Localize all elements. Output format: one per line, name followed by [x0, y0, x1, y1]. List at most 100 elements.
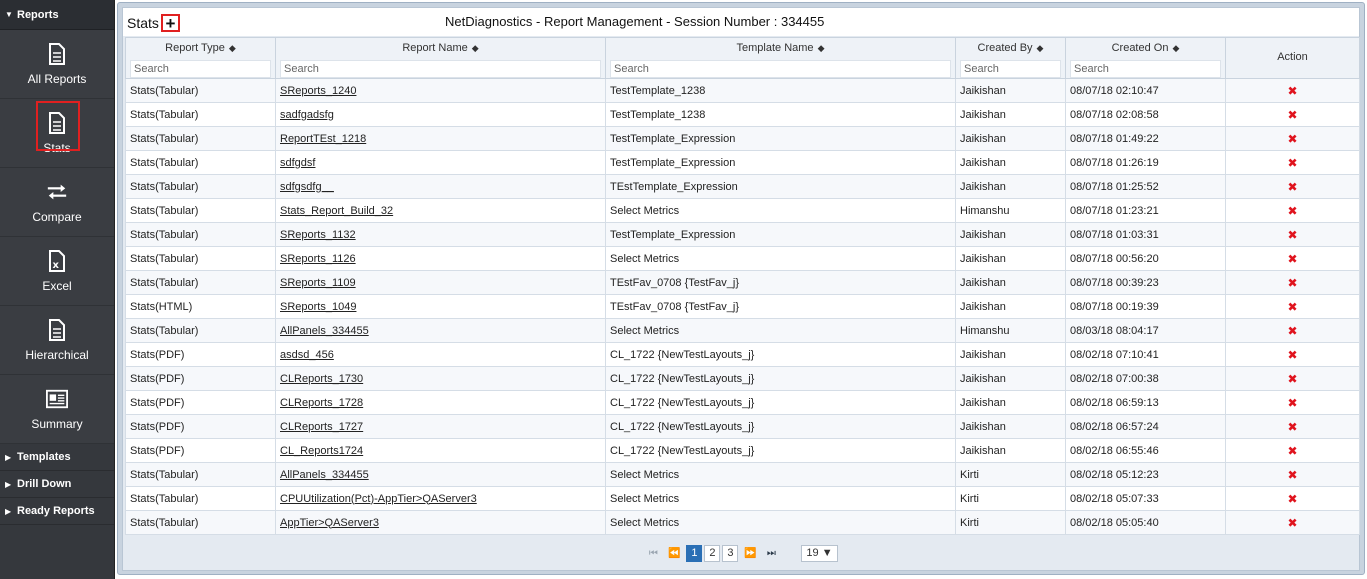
- delete-icon[interactable]: ✖: [1287, 252, 1297, 266]
- report-name-link[interactable]: sdfgdsf: [280, 157, 315, 169]
- delete-icon[interactable]: ✖: [1287, 180, 1297, 194]
- report-type-cell: Stats(Tabular): [130, 492, 199, 505]
- sidebar-item-all-reports[interactable]: All Reports: [0, 30, 114, 99]
- column-header[interactable]: Report Name ◆: [275, 37, 606, 79]
- report-name-link[interactable]: sdfgsdfg__: [280, 181, 334, 193]
- report-type-cell: Stats(PDF): [125, 366, 276, 391]
- add-report-button[interactable]: +: [160, 14, 180, 32]
- report-name-link[interactable]: sadfgadsfg: [280, 109, 334, 121]
- last-page-icon[interactable]: ⏭: [762, 548, 780, 559]
- sort-icon[interactable]: ◆: [472, 43, 479, 53]
- sidebar: ▼ Reports All Reports Stats Compare x Excel H…: [0, 0, 115, 579]
- delete-icon[interactable]: ✖: [1287, 156, 1297, 170]
- sidebar-section-reports[interactable]: ▼ Reports: [0, 0, 114, 30]
- report-type-cell: Stats(PDF): [130, 372, 185, 385]
- section-title-wrap: Stats +: [127, 14, 180, 32]
- sidebar-item-label: Compare: [32, 210, 82, 224]
- created-on-cell: 08/07/18 02:08:58: [1065, 102, 1226, 127]
- table-row: Stats(Tabular) ReportTEst_1218 TestTemplat…: [125, 126, 1360, 151]
- report-name-link[interactable]: AppTier>QAServer3: [280, 517, 379, 529]
- sort-icon[interactable]: ◆: [229, 43, 236, 53]
- page-number-button[interactable]: 1: [686, 544, 703, 562]
- created-on-cell: 08/02/18 06:55:46: [1070, 444, 1159, 457]
- created-on-cell: 08/07/18 01:26:19: [1065, 150, 1226, 175]
- column-header: Action: [1225, 37, 1360, 79]
- report-name-link[interactable]: CLReports_1730: [280, 373, 363, 385]
- report-name-link[interactable]: SReports_1109: [280, 277, 356, 289]
- report-type-cell: Stats(PDF): [125, 438, 276, 463]
- delete-icon[interactable]: ✖: [1287, 444, 1297, 458]
- report-name-link[interactable]: asdsd_456: [280, 349, 334, 361]
- delete-icon[interactable]: ✖: [1287, 132, 1297, 146]
- report-name-link[interactable]: SReports_1240: [280, 85, 356, 97]
- action-cell: ✖: [1225, 270, 1360, 295]
- sidebar-item-hierarchical[interactable]: Hierarchical: [0, 306, 114, 375]
- delete-icon[interactable]: ✖: [1287, 396, 1297, 410]
- report-name-link[interactable]: SReports_1049: [280, 301, 356, 313]
- report-name-link[interactable]: SReports_1132: [280, 229, 356, 241]
- created-on-cell: 08/07/18 00:19:39: [1065, 294, 1226, 319]
- prev-page-icon[interactable]: ⏪: [665, 548, 683, 559]
- column-header[interactable]: Created By ◆: [955, 37, 1066, 79]
- column-search-input[interactable]: [610, 60, 951, 78]
- report-type-cell: Stats(Tabular): [130, 180, 199, 193]
- report-name-cell: SReports_1240: [275, 78, 606, 103]
- report-name-link[interactable]: AllPanels_334455: [280, 325, 369, 337]
- report-name-link[interactable]: SReports_1126: [280, 253, 356, 265]
- sort-icon[interactable]: ◆: [818, 43, 825, 53]
- column-header-label-wrap: Report Type ◆: [130, 42, 271, 56]
- report-name-cell: CLReports_1727: [275, 414, 606, 439]
- column-header[interactable]: Report Type ◆: [125, 37, 276, 79]
- page-number-button[interactable]: 3: [722, 544, 739, 562]
- delete-icon[interactable]: ✖: [1287, 84, 1297, 98]
- report-name-link[interactable]: CPUUtilization(Pct)-AppTier>QAServer3: [280, 493, 477, 505]
- delete-icon[interactable]: ✖: [1287, 300, 1297, 314]
- column-header[interactable]: Created On ◆: [1065, 37, 1226, 79]
- sidebar-item-compare[interactable]: Compare: [0, 168, 114, 237]
- column-header-label: Template Name: [736, 42, 814, 54]
- delete-icon[interactable]: ✖: [1287, 108, 1297, 122]
- sidebar-section-templates[interactable]: ▶ Templates: [0, 444, 114, 471]
- report-name-cell: ReportTEst_1218: [275, 126, 606, 151]
- delete-icon[interactable]: ✖: [1287, 468, 1297, 482]
- delete-icon[interactable]: ✖: [1287, 276, 1297, 290]
- template-name-cell: TEstTemplate_Expression: [610, 180, 738, 193]
- delete-icon[interactable]: ✖: [1287, 516, 1297, 530]
- report-name-cell: AllPanels_334455: [275, 462, 606, 487]
- sidebar-item-stats[interactable]: Stats: [0, 99, 114, 168]
- report-type-cell: Stats(Tabular): [125, 174, 276, 199]
- sidebar-item-excel[interactable]: x Excel: [0, 237, 114, 306]
- delete-icon[interactable]: ✖: [1287, 324, 1297, 338]
- sidebar-section-ready-reports[interactable]: ▶ Ready Reports: [0, 498, 114, 525]
- report-name-link[interactable]: ReportTEst_1218: [280, 133, 366, 145]
- rows-per-page-select[interactable]: 19 ▼: [801, 544, 838, 562]
- delete-icon[interactable]: ✖: [1287, 420, 1297, 434]
- table-row: Stats(Tabular) Stats_Report_Build_32 Selec…: [125, 198, 1360, 223]
- report-name-link[interactable]: CLReports_1727: [280, 421, 363, 433]
- sort-icon[interactable]: ◆: [1172, 43, 1179, 53]
- created-on-cell: 08/07/18 02:10:47: [1070, 84, 1159, 97]
- created-on-cell: 08/02/18 07:00:38: [1065, 366, 1226, 391]
- report-name-link[interactable]: AllPanels_334455: [280, 469, 369, 481]
- created-on-cell: 08/02/18 06:55:46: [1065, 438, 1226, 463]
- report-name-link[interactable]: CL_Reports1724: [280, 445, 363, 457]
- next-page-icon[interactable]: ⏩: [741, 548, 759, 559]
- report-name-link[interactable]: CLReports_1728: [280, 397, 363, 409]
- delete-icon[interactable]: ✖: [1287, 492, 1297, 506]
- column-search-input[interactable]: [130, 60, 271, 78]
- column-search-input[interactable]: [1070, 60, 1221, 78]
- report-name-cell: CLReports_1730: [275, 366, 606, 391]
- delete-icon[interactable]: ✖: [1287, 228, 1297, 242]
- delete-icon[interactable]: ✖: [1287, 204, 1297, 218]
- first-page-icon[interactable]: ⏮: [644, 548, 662, 559]
- report-name-link[interactable]: Stats_Report_Build_32: [280, 205, 393, 217]
- page-number-button[interactable]: 2: [704, 544, 721, 562]
- sidebar-item-summary[interactable]: Summary: [0, 375, 114, 444]
- delete-icon[interactable]: ✖: [1287, 372, 1297, 386]
- sort-icon[interactable]: ◆: [1037, 43, 1044, 53]
- sidebar-section-drill-down[interactable]: ▶ Drill Down: [0, 471, 114, 498]
- column-search-input[interactable]: [280, 60, 601, 78]
- column-header[interactable]: Template Name ◆: [605, 37, 956, 79]
- column-search-input[interactable]: [960, 60, 1061, 78]
- delete-icon[interactable]: ✖: [1287, 348, 1297, 362]
